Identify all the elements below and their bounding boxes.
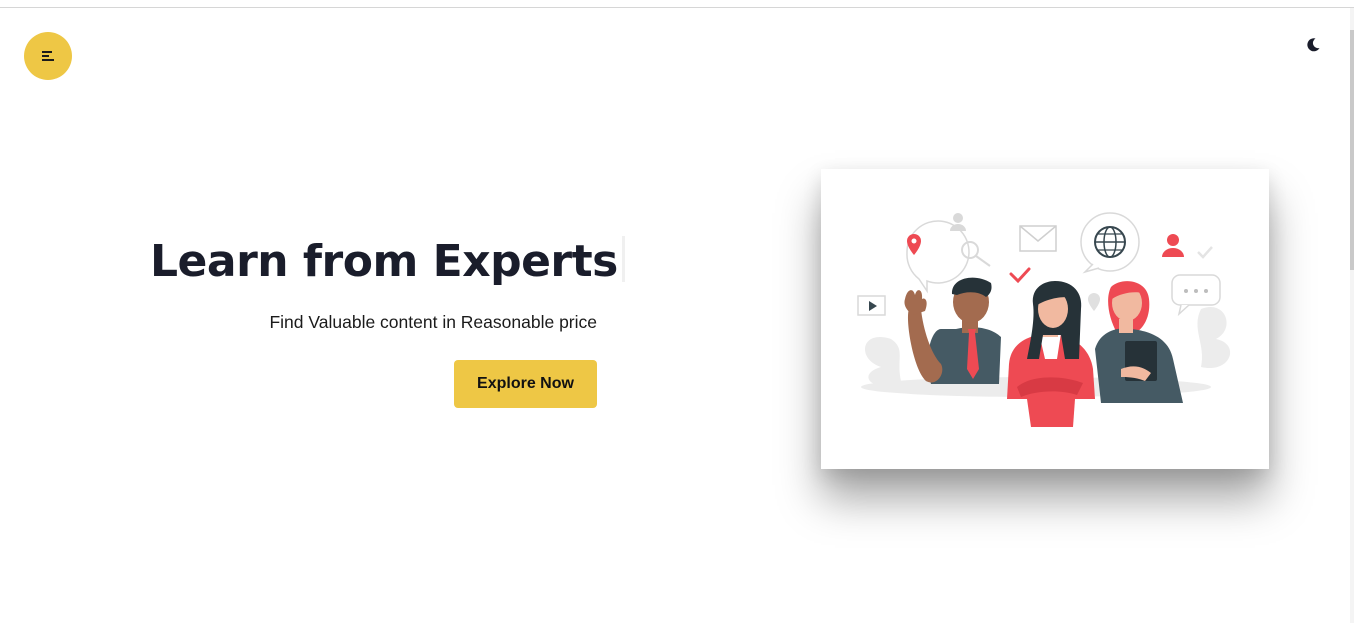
hero-subtitle: Find Valuable content in Reasonable pric…: [269, 312, 597, 332]
team-of-experts-illustration: [857, 212, 1231, 427]
theme-toggle-button[interactable]: [1300, 32, 1326, 58]
scrollbar-track[interactable]: [1350, 8, 1354, 623]
scrollbar-thumb[interactable]: [1350, 30, 1354, 270]
explore-now-button[interactable]: Explore Now: [454, 360, 597, 408]
hero-illustration-card: [821, 169, 1269, 469]
moon-icon: [1307, 38, 1320, 52]
typing-caret: [621, 236, 625, 282]
hamburger-menu-icon: [42, 51, 54, 61]
hero-title-text: Learn from Experts: [150, 236, 618, 287]
hero-title: Learn from Experts: [150, 232, 625, 292]
menu-button[interactable]: [24, 32, 72, 80]
top-border: [0, 0, 1354, 8]
